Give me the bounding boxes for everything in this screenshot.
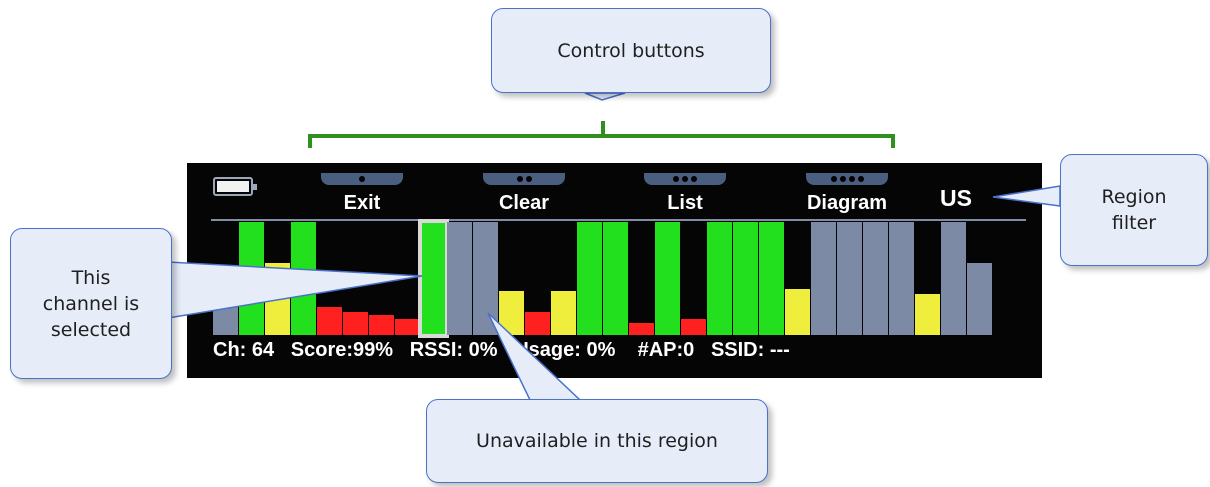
callout-control-buttons: Control buttons xyxy=(491,8,771,93)
callout-region-filter: Region filter xyxy=(1060,154,1208,266)
callout-channel-selected: This channel is selected xyxy=(10,228,172,379)
control-buttons-bracket xyxy=(308,121,895,148)
callout-unavailable-region: Unavailable in this region xyxy=(426,399,768,483)
control-buttons-pointer xyxy=(584,92,626,101)
channel-selected-pointer xyxy=(167,261,423,319)
unavailable-pointer xyxy=(487,312,582,401)
region-filter-pointer xyxy=(992,185,1061,207)
